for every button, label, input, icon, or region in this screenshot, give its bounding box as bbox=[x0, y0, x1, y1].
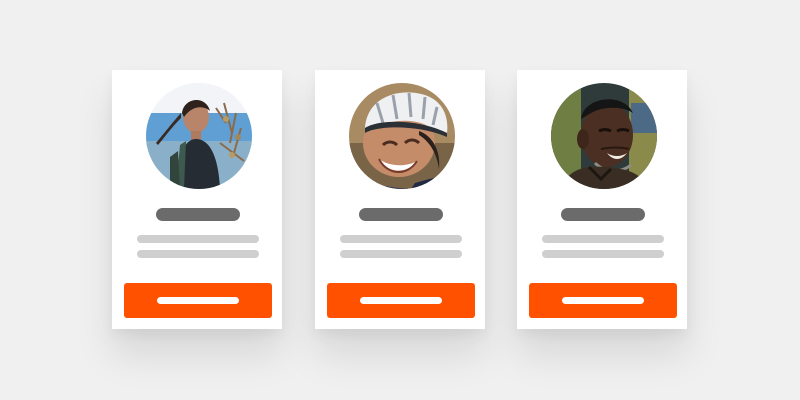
name-placeholder-bar bbox=[156, 208, 240, 221]
smiling-man-photo bbox=[551, 83, 657, 189]
profile-card bbox=[112, 70, 282, 329]
avatar bbox=[349, 83, 455, 189]
profile-card bbox=[517, 70, 687, 329]
button-label-placeholder bbox=[360, 297, 442, 304]
profile-action-button[interactable] bbox=[327, 283, 475, 318]
button-label-placeholder bbox=[562, 297, 644, 304]
avatar bbox=[146, 83, 252, 189]
text-placeholder-line bbox=[542, 235, 664, 243]
name-placeholder-bar bbox=[359, 208, 443, 221]
name-placeholder-bar bbox=[561, 208, 645, 221]
profile-card bbox=[315, 70, 485, 329]
woman-hiking-photo bbox=[146, 83, 252, 189]
text-placeholder-line bbox=[340, 250, 462, 258]
avatar bbox=[551, 83, 657, 189]
text-placeholder-line bbox=[137, 250, 259, 258]
profile-action-button[interactable] bbox=[124, 283, 272, 318]
profile-action-button[interactable] bbox=[529, 283, 677, 318]
text-placeholder-line bbox=[340, 235, 462, 243]
cyclist-helmet-photo bbox=[349, 83, 455, 189]
text-placeholder-line bbox=[542, 250, 664, 258]
button-label-placeholder bbox=[157, 297, 239, 304]
text-placeholder-line bbox=[137, 235, 259, 243]
profile-card-grid bbox=[0, 0, 800, 400]
